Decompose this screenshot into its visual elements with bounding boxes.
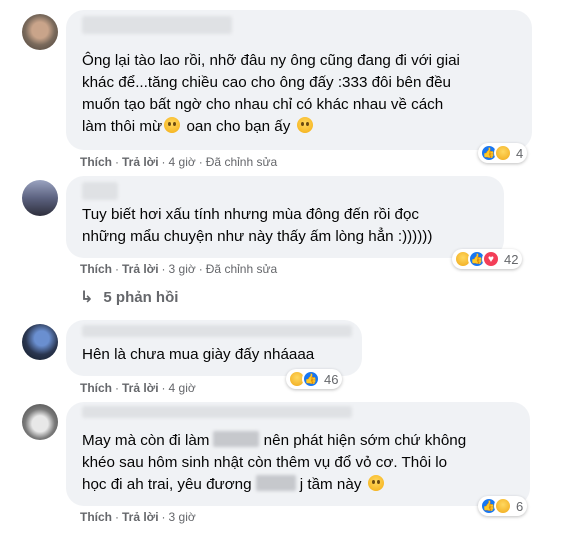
comment-text: Tuy biết hơi xấu tính nhưng mùa đông đến… <box>82 206 433 245</box>
like-button[interactable]: Thích <box>80 381 112 395</box>
haha-icon <box>494 144 512 162</box>
timestamp[interactable]: 3 giờ <box>169 510 196 524</box>
author-name-redacted[interactable] <box>82 182 118 200</box>
timestamp[interactable]: 3 giờ <box>169 262 196 276</box>
like-button[interactable]: Thích <box>80 155 112 169</box>
comment-text: Ông lại tào lao rồi, nhỡ đâu ny ông cũng… <box>82 52 460 135</box>
comment-text: May mà còn đi làm nên phát hiện sớm chứ … <box>82 431 467 493</box>
comment-actions: Thích · Trả lời · 3 giờ <box>80 510 196 524</box>
reply-button[interactable]: Trả lời <box>122 262 159 276</box>
comment-text: Hên là chưa mua giày đấy nháaaa <box>82 346 315 363</box>
reply-button[interactable]: Trả lời <box>122 155 159 169</box>
redacted-text <box>255 475 296 491</box>
comment-bubble: May mà còn đi làm nên phát hiện sớm chứ … <box>66 402 530 506</box>
like-button[interactable]: Thích <box>80 510 112 524</box>
comment-bubble: Hên là chưa mua giày đấy nháaaa <box>66 320 362 376</box>
haha-icon <box>494 497 512 515</box>
comment-bubble: Tuy biết hơi xấu tính nhưng mùa đông đến… <box>66 176 504 258</box>
view-replies-link[interactable]: ↳ 5 phản hồi <box>80 287 178 307</box>
replies-count-label: 5 phản hồi <box>103 288 179 306</box>
avatar[interactable] <box>22 324 58 360</box>
comment-bubble: Ông lại tào lao rồi, nhỡ đâu ny ông cũng… <box>66 10 532 150</box>
author-name-redacted[interactable] <box>82 406 352 418</box>
comment-actions: Thích · Trả lời · 4 giờ · Đã chỉnh sửa <box>80 155 278 169</box>
avatar[interactable] <box>22 180 58 216</box>
reply-arrow-icon: ↳ <box>80 289 94 306</box>
reply-button[interactable]: Trả lời <box>122 510 159 524</box>
edited-label: Đã chỉnh sửa <box>205 262 278 276</box>
reaction-summary[interactable]: 👍 46 <box>286 369 343 389</box>
smile-emoji-icon <box>367 475 384 491</box>
comment-actions: Thích · Trả lời · 4 giờ <box>80 381 196 395</box>
reaction-summary[interactable]: 👍 6 <box>478 496 528 516</box>
reaction-count: 4 <box>516 145 524 161</box>
comment-actions: Thích · Trả lời · 3 giờ · Đã chỉnh sửa <box>80 262 278 276</box>
like-button[interactable]: Thích <box>80 262 112 276</box>
timestamp[interactable]: 4 giờ <box>169 155 196 169</box>
reply-button[interactable]: Trả lời <box>122 381 159 395</box>
redacted-text <box>213 431 260 447</box>
reaction-count: 6 <box>516 498 524 514</box>
author-name-redacted[interactable] <box>82 325 352 337</box>
avatar[interactable] <box>22 404 58 440</box>
reaction-count: 42 <box>504 251 519 267</box>
reaction-summary[interactable]: 👍 ♥ 42 <box>452 249 523 269</box>
smile-emoji-icon <box>296 117 313 133</box>
reaction-summary[interactable]: 👍 4 <box>478 143 528 163</box>
edited-label: Đã chỉnh sửa <box>205 155 278 169</box>
love-icon: ♥ <box>482 250 500 268</box>
timestamp[interactable]: 4 giờ <box>169 381 196 395</box>
like-icon: 👍 <box>302 370 320 388</box>
smile-emoji-icon <box>164 117 181 133</box>
avatar[interactable] <box>22 14 58 50</box>
reaction-count: 46 <box>324 371 339 387</box>
author-name-redacted[interactable] <box>82 16 232 34</box>
